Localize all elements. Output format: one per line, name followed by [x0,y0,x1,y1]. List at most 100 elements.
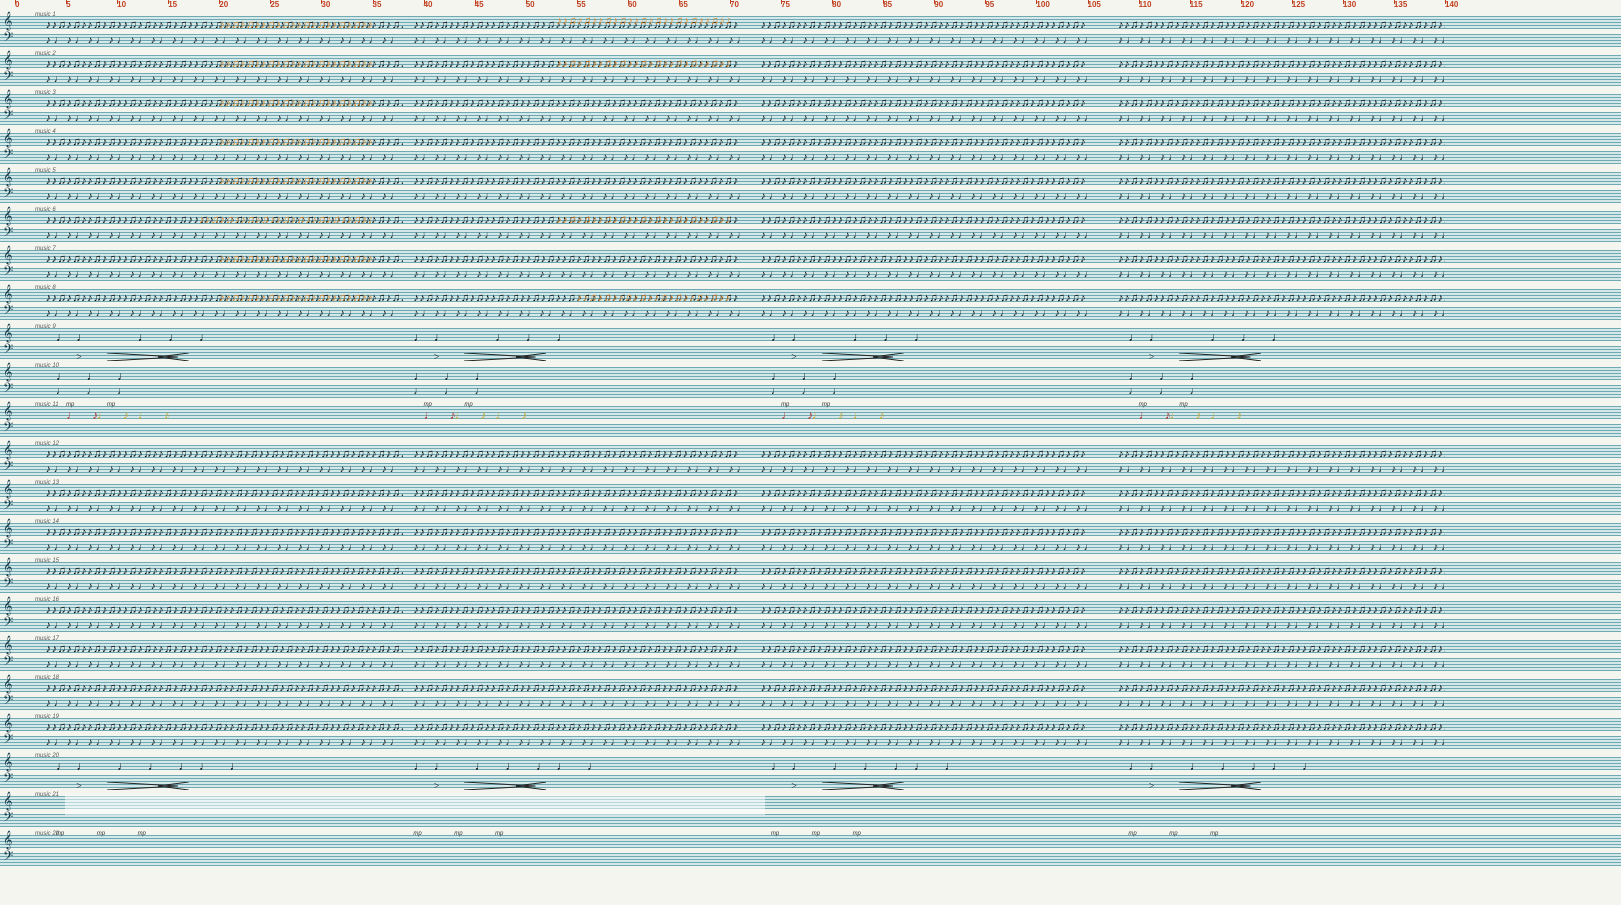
bass-note: ♪♩♪♩♪♩♪♩♪♩♪♩♪♩♪♩♪♩♪♩♪♩♪♩♪♩♪♩♪♩♪♩♪♩♪♩♪♩♪♩ [413,542,740,553]
track-7[interactable]: 𝄞𝄢music 7♪♪♫♪♫♪♪♫♪♫♪♪♫♪♫♪♪♫♪♫♪♪♫♪♫♪♪♫♪♫♪… [0,246,1621,284]
bass-note: ♪♩♪♩♪♩♪♩♪♩♪♩♪♩♪♩♪♩♪♩♪♩♪♩♪♩♪♩♪♩♪♩♪♩♪♩♪♩♪♩ [761,542,1088,553]
track-label: music 11 [35,402,59,408]
staff[interactable]: 𝄞𝄢music 12♪♪♫♪♫♪♪♫♪♫♪♪♫♪♫♪♪♫♪♫♪♪♫♪♫♪♪♫♪♫… [0,441,1621,479]
bass-note: ♪♩♪♩♪♩♪♩♪♩♪♩♪♩♪♩♪♩♪♩♪♩♪♩♪♩♪♩♪♩♪♩♪♩♪♩♪♩♪♩ [761,191,1088,202]
track-11[interactable]: 𝄞𝄢music 11♩♪♩♪♩♪mpmp♩♪♩♪♩♪mpmp♩♪♩♪♩♪mpmp… [0,402,1621,440]
track-13[interactable]: 𝄞𝄢music 13♪♪♫♪♫♪♪♫♪♫♪♪♫♪♫♪♪♫♪♫♪♪♫♪♫♪♪♫♪♫… [0,480,1621,518]
staff[interactable]: 𝄞𝄢music 13♪♪♫♪♫♪♪♫♪♫♪♪♫♪♫♪♪♫♪♫♪♪♫♪♫♪♪♫♪♫… [0,480,1621,518]
staff[interactable]: 𝄞𝄢music 6♪♪♫♪♫♪♪♫♪♫♪♪♫♪♫♪♪♫♪♫♪♪♫♪♫♪♪♫♪♫♪… [0,207,1621,245]
staff[interactable]: 𝄞𝄢music 3♪♪♫♪♫♪♪♫♪♫♪♪♫♪♫♪♪♫♪♫♪♪♫♪♫♪♪♫♪♫♪… [0,90,1621,128]
note-run: ♪♪♫♪♫♪♪♫♪♫♪♪♫♪♫♪♪♫♪♫♪♪♫♪♫♪♪♫♪♫♪♪♫♪♫♪♪♫♪♫… [1118,638,1445,656]
note-run: ♪♪♫♪♫♪♪♫♪♫♪♪♫♪♫♪♪♫♪♫♪♪♫♪♫♪♪♫♪♫♪♪♫♪♫♪♪♫♪♫… [761,131,1088,149]
bass-note: ♪♩♪♩♪♩♪♩♪♩♪♩♪♩♪♩♪♩♪♩♪♩♪♩♪♩♪♩♪♩♪♩♪♩♪♩♪♩♪♩ [46,35,404,46]
staff[interactable]: 𝄞𝄢music 10♩♩♩♩♩♩♩♩♩♩♩♩♩♩♩♩♩♩♩♩♩♩♩♩ [0,363,1621,401]
track-21[interactable]: 𝄞𝄢music 21 [0,792,1621,830]
track-9[interactable]: 𝄞𝄢music 9♩♩♩♩♩>♩♩♩♩♩>♩♩♩♩♩>♩♩♩♩♩> [0,324,1621,362]
ruler-tick: 0 [15,0,19,9]
note-run: ♪♪♫♪♫♪♪♫♪♫♪♪♫♪♫♪♪♫♪♫♪♪♫♪♫♪♪♫♪♫♪♪♫♪♫♪♪♫♪♫… [1118,14,1445,32]
ruler-tick: 95 [985,0,994,9]
track-1[interactable]: 𝄞𝄢music 1♪♪♫♪♫♪♪♫♪♫♪♪♫♪♫♪♪♫♪♫♪♪♫♪♫♪♪♫♪♫♪… [0,12,1621,50]
track-3[interactable]: 𝄞𝄢music 3♪♪♫♪♫♪♪♫♪♫♪♪♫♪♫♪♪♫♪♫♪♪♫♪♫♪♪♫♪♫♪… [0,90,1621,128]
note-run: ♪♪♫♪♫♪♪♫♪♫♪♪♫♪♫♪♪♫♪♫♪♪♫♪♫♪♪♫♪♫♪♪♫♪♫♪♪♫♪♫… [1118,560,1445,578]
crescendo [516,353,547,361]
staff[interactable]: 𝄞𝄢music 19♪♪♫♪♫♪♪♫♪♫♪♪♫♪♫♪♪♫♪♫♪♪♫♪♫♪♪♫♪♫… [0,714,1621,752]
track-17[interactable]: 𝄞𝄢music 17♪♪♫♪♫♪♪♫♪♫♪♪♫♪♫♪♪♫♪♫♪♪♫♪♫♪♪♫♪♫… [0,636,1621,674]
track-14[interactable]: 𝄞𝄢music 14♪♪♫♪♫♪♪♫♪♫♪♪♫♪♫♪♪♫♪♫♪♪♫♪♫♪♪♫♪♫… [0,519,1621,557]
note-run: ♪♪♫♪♫♪♪♫♪♫♪♪♫♪♫♪♪♫♪♫♪♪♫♪♫♪♪♫♪♫♪♪♫♪♫♪♪♫♪♫… [413,248,740,266]
note-yellow: ♩♪ [1210,406,1621,440]
note-run: ♪♪♫♪♫♪♪♫♪♫♪♪♫♪♫♪♪♫♪♫♪♪♫♪♫♪♪♫♪♫♪♪♫♪♫♪♪♫♪♫… [1118,248,1445,266]
bass-clef-icon: 𝄢 [3,617,13,633]
track-12[interactable]: 𝄞𝄢music 12♪♪♫♪♫♪♪♫♪♫♪♪♫♪♫♪♪♫♪♫♪♪♫♪♫♪♪♫♪♫… [0,441,1621,479]
track-19[interactable]: 𝄞𝄢music 19♪♪♫♪♫♪♪♫♪♫♪♪♫♪♫♪♪♫♪♫♪♪♫♪♫♪♪♫♪♫… [0,714,1621,752]
bass-note: ♪♩♪♩♪♩♪♩♪♩♪♩♪♩♪♩♪♩♪♩♪♩♪♩♪♩♪♩♪♩♪♩♪♩♪♩♪♩♪♩ [1118,113,1445,124]
staff[interactable]: 𝄞𝄢music 18♪♪♫♪♫♪♪♫♪♫♪♪♫♪♫♪♪♫♪♫♪♪♫♪♫♪♪♫♪♫… [0,675,1621,713]
track-5[interactable]: 𝄞𝄢music 5♪♪♫♪♫♪♪♫♪♫♪♪♫♪♫♪♪♫♪♫♪♪♫♪♫♪♪♫♪♫♪… [0,168,1621,206]
track-15[interactable]: 𝄞𝄢music 15♪♪♫♪♫♪♪♫♪♫♪♪♫♪♫♪♪♫♪♫♪♪♫♪♫♪♪♫♪♫… [0,558,1621,596]
staff[interactable]: 𝄞𝄢music 20♩♩♩♩♩♩♩>♩♩♩♩♩♩♩>♩♩♩♩♩♩♩>♩♩♩♩♩♩… [0,753,1621,791]
track-10[interactable]: 𝄞𝄢music 10♩♩♩♩♩♩♩♩♩♩♩♩♩♩♩♩♩♩♩♩♩♩♩♩ [0,363,1621,401]
note-run: ♪♪♫♪♫♪♪♫♪♫♪♪♫♪♫♪♪♫♪♫♪♪♫♪♫♪♪♫♪♫♪♪♫♪♫♪♪♫♪♫… [219,92,372,110]
track-4[interactable]: 𝄞𝄢music 4♪♪♫♪♫♪♪♫♪♫♪♪♫♪♫♪♪♫♪♫♪♪♫♪♫♪♪♫♪♫♪… [0,129,1621,167]
crescendo [1231,353,1262,361]
treble-clef-icon: 𝄞 [3,170,12,186]
staff[interactable]: 𝄞𝄢music 16♪♪♫♪♫♪♪♫♪♫♪♪♫♪♫♪♪♫♪♫♪♪♫♪♫♪♪♫♪♫… [0,597,1621,635]
crescendo [158,353,189,361]
note-run: ♪♪♫♪♫♪♪♫♪♫♪♪♫♪♫♪♪♫♪♫♪♪♫♪♫♪♪♫♪♫♪♪♫♪♫♪♪♫♪♫… [413,599,740,617]
timeline-ruler[interactable]: 0510152025303540455055606570758085909510… [0,0,1621,12]
staff[interactable]: 𝄞𝄢music 8♪♪♫♪♫♪♪♫♪♫♪♪♫♪♫♪♪♫♪♫♪♪♫♪♫♪♪♫♪♫♪… [0,285,1621,323]
note-run: ♪♪♫♪♫♪♪♫♪♫♪♪♫♪♫♪♪♫♪♫♪♪♫♪♫♪♪♫♪♫♪♪♫♪♫♪♪♫♪♫… [413,560,740,578]
track-22[interactable]: 𝄞𝄢music 22mpmpmpmpmpmpmpmpmpmpmpmp [0,831,1621,869]
staff[interactable]: 𝄞𝄢music 17♪♪♫♪♫♪♪♫♪♫♪♪♫♪♫♪♪♫♪♫♪♪♫♪♫♪♪♫♪♫… [0,636,1621,674]
track-16[interactable]: 𝄞𝄢music 16♪♪♫♪♫♪♪♫♪♫♪♪♫♪♫♪♪♫♪♫♪♪♫♪♫♪♪♫♪♫… [0,597,1621,635]
note-run: ♪♪♫♪♫♪♪♫♪♫♪♪♫♪♫♪♪♫♪♫♪♪♫♪♫♪♪♫♪♫♪♪♫♪♫♪♪♫♪♫… [46,677,404,695]
staff[interactable]: 𝄞𝄢music 15♪♪♫♪♫♪♪♫♪♫♪♪♫♪♫♪♪♫♪♫♪♪♫♪♫♪♪♫♪♫… [0,558,1621,596]
bass-note: ♪♩♪♩♪♩♪♩♪♩♪♩♪♩♪♩♪♩♪♩♪♩♪♩♪♩♪♩♪♩♪♩♪♩♪♩♪♩♪♩ [413,737,740,748]
staff[interactable]: 𝄞𝄢music 21 [0,792,1621,830]
staff[interactable]: 𝄞𝄢music 1♪♪♫♪♫♪♪♫♪♫♪♪♫♪♫♪♪♫♪♫♪♪♫♪♫♪♪♫♪♫♪… [0,12,1621,50]
staff[interactable]: 𝄞𝄢music 9♩♩♩♩♩>♩♩♩♩♩>♩♩♩♩♩>♩♩♩♩♩> [0,324,1621,362]
bass-note: ♩ [802,386,812,397]
staff[interactable]: 𝄞𝄢music 7♪♪♫♪♫♪♪♫♪♫♪♪♫♪♫♪♪♫♪♫♪♪♫♪♫♪♪♫♪♫♪… [0,246,1621,284]
tracks-container: 𝄞𝄢music 1♪♪♫♪♫♪♪♫♪♫♪♪♫♪♫♪♪♫♪♫♪♪♫♪♫♪♪♫♪♫♪… [0,12,1621,869]
bass-note: ♪♩♪♩♪♩♪♩♪♩♪♩♪♩♪♩♪♩♪♩♪♩♪♩♪♩♪♩♪♩♪♩♪♩♪♩♪♩♪♩ [761,35,1088,46]
note-run: ♪♪♫♪♫♪♪♫♪♫♪♪♫♪♫♪♪♫♪♫♪♪♫♪♫♪♪♫♪♫♪♪♫♪♫♪♪♫♪♫… [219,131,372,149]
treble-clef-icon: 𝄞 [3,716,12,732]
treble-clef-icon: 𝄞 [3,53,12,69]
bass-note: ♪♩♪♩♪♩♪♩♪♩♪♩♪♩♪♩♪♩♪♩♪♩♪♩♪♩♪♩♪♩♪♩♪♩♪♩♪♩♪♩ [46,269,404,280]
note-run: ♪♪♫♪♫♪♪♫♪♫♪♪♫♪♫♪♪♫♪♫♪♪♫♪♫♪♪♫♪♫♪♪♫♪♫♪♪♫♪♫… [761,287,1088,305]
track-6[interactable]: 𝄞𝄢music 6♪♪♫♪♫♪♪♫♪♫♪♪♫♪♫♪♪♫♪♫♪♪♫♪♫♪♪♫♪♫♪… [0,207,1621,245]
track-2[interactable]: 𝄞𝄢music 2♪♪♫♪♫♪♪♫♪♫♪♪♫♪♫♪♪♫♪♫♪♪♫♪♫♪♪♫♪♫♪… [0,51,1621,89]
treble-clef-icon: 𝄞 [3,14,12,30]
accent-mark: > [76,352,82,363]
staff[interactable]: 𝄞𝄢music 2♪♪♫♪♫♪♪♫♪♫♪♪♫♪♫♪♪♫♪♫♪♪♫♪♫♪♪♫♪♫♪… [0,51,1621,89]
note-run: ♪♪♫♪♫♪♪♫♪♫♪♪♫♪♫♪♪♫♪♫♪♪♫♪♫♪♪♫♪♫♪♪♫♪♫♪♪♫♪♫… [1118,716,1445,734]
bass-note: ♩ [832,386,842,397]
bass-note: ♪♩♪♩♪♩♪♩♪♩♪♩♪♩♪♩♪♩♪♩♪♩♪♩♪♩♪♩♪♩♪♩♪♩♪♩♪♩♪♩ [761,230,1088,241]
staff[interactable]: 𝄞𝄢music 14♪♪♫♪♫♪♪♫♪♫♪♪♫♪♫♪♪♫♪♫♪♪♫♪♫♪♪♫♪♫… [0,519,1621,557]
bass-note: ♪♩♪♩♪♩♪♩♪♩♪♩♪♩♪♩♪♩♪♩♪♩♪♩♪♩♪♩♪♩♪♩♪♩♪♩♪♩♪♩ [1118,698,1445,709]
selection-highlight [65,795,765,815]
treble-clef-icon: 𝄞 [3,326,12,342]
track-20[interactable]: 𝄞𝄢music 20♩♩♩♩♩♩♩>♩♩♩♩♩♩♩>♩♩♩♩♩♩♩>♩♩♩♩♩♩… [0,753,1621,791]
bass-note: ♪♩♪♩♪♩♪♩♪♩♪♩♪♩♪♩♪♩♪♩♪♩♪♩♪♩♪♩♪♩♪♩♪♩♪♩♪♩♪♩ [1118,152,1445,163]
track-18[interactable]: 𝄞𝄢music 18♪♪♫♪♫♪♪♫♪♫♪♪♫♪♫♪♪♫♪♫♪♪♫♪♫♪♪♫♪♫… [0,675,1621,713]
bass-note: ♪♩♪♩♪♩♪♩♪♩♪♩♪♩♪♩♪♩♪♩♪♩♪♩♪♩♪♩♪♩♪♩♪♩♪♩♪♩♪♩ [1118,659,1445,670]
ruler-tick: 65 [679,0,688,9]
crescendo [873,782,904,790]
bass-clef-icon: 𝄢 [3,422,13,438]
marking: mp [138,831,146,837]
bass-note: ♪♩♪♩♪♩♪♩♪♩♪♩♪♩♪♩♪♩♪♩♪♩♪♩♪♩♪♩♪♩♪♩♪♩♪♩♪♩♪♩ [761,659,1088,670]
bass-clef-icon: 𝄢 [3,32,13,48]
crescendo [873,353,904,361]
staff[interactable]: 𝄞𝄢music 11♩♪♩♪♩♪mpmp♩♪♩♪♩♪mpmp♩♪♩♪♩♪mpmp… [0,402,1621,440]
bass-clef-icon: 𝄢 [3,344,13,360]
staff[interactable]: 𝄞𝄢music 22mpmpmpmpmpmpmpmpmpmpmpmp [0,831,1621,869]
ruler-tick: 45 [475,0,484,9]
track-8[interactable]: 𝄞𝄢music 8♪♪♫♪♫♪♪♫♪♫♪♪♫♪♫♪♪♫♪♫♪♪♫♪♫♪♪♫♪♫♪… [0,285,1621,323]
staff[interactable]: 𝄞𝄢music 4♪♪♫♪♫♪♪♫♪♫♪♪♫♪♫♪♪♫♪♫♪♪♫♪♫♪♪♫♪♫♪… [0,129,1621,167]
accent-mark: > [434,781,440,792]
staff[interactable]: 𝄞𝄢music 5♪♪♫♪♫♪♪♫♪♫♪♪♫♪♫♪♪♫♪♫♪♪♫♪♫♪♪♫♪♫♪… [0,168,1621,206]
bass-clef-icon: 𝄢 [3,695,13,711]
bass-note: ♪♩♪♩♪♩♪♩♪♩♪♩♪♩♪♩♪♩♪♩♪♩♪♩♪♩♪♩♪♩♪♩♪♩♪♩♪♩♪♩ [1118,74,1445,85]
